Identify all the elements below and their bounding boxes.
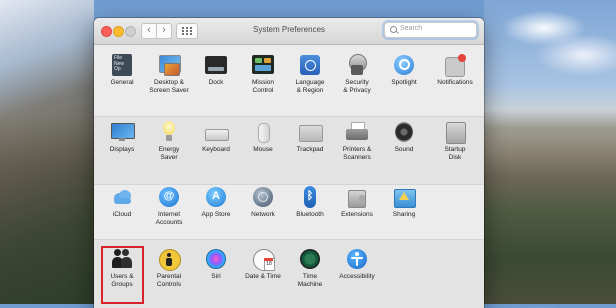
pane-energy-saver[interactable]: Energy Saver (145, 121, 193, 162)
app-store-icon: A (205, 186, 227, 208)
back-button[interactable]: ‹ (141, 23, 157, 39)
pane-label: Internet Accounts (155, 211, 183, 226)
zoom-button[interactable] (125, 26, 136, 37)
pane-label: Keyboard (202, 146, 230, 153)
pane-desktop-screen-saver[interactable]: Desktop & Screen Saver (145, 54, 193, 95)
close-button[interactable] (101, 26, 112, 37)
pane-bluetooth[interactable]: ᛒ Bluetooth (286, 186, 334, 219)
pane-label: Security & Privacy (343, 79, 371, 94)
pane-icloud[interactable]: iCloud (98, 186, 146, 219)
pane-parental-controls[interactable]: Parental Controls (145, 248, 193, 289)
pane-notifications[interactable]: Notifications (431, 54, 479, 87)
search-placeholder: Search (400, 25, 423, 32)
pane-keyboard[interactable]: Keyboard (192, 121, 240, 154)
pane-language-region[interactable]: Language & Region (286, 54, 334, 95)
pane-dock[interactable]: Dock (192, 54, 240, 87)
pane-label: Time Machine (297, 273, 323, 288)
trackpad-icon (299, 121, 323, 143)
pane-startup-disk[interactable]: Startup Disk (431, 121, 479, 162)
energy-saver-icon (158, 121, 180, 143)
spotlight-icon (393, 54, 415, 76)
displays-icon (111, 121, 135, 143)
pane-label: Parental Controls (156, 273, 182, 288)
pane-date-time[interactable]: 18 Date & Time (239, 248, 287, 281)
date-time-icon: 18 (252, 248, 275, 271)
pane-extensions[interactable]: Extensions (333, 186, 381, 219)
pane-label: Extensions (341, 211, 373, 218)
show-all-button[interactable] (176, 23, 198, 39)
pane-trackpad[interactable]: Trackpad (286, 121, 334, 154)
startup-disk-icon (444, 121, 466, 144)
pane-label: Dock (208, 79, 224, 86)
pane-label: Desktop & Screen Saver (149, 79, 189, 94)
notifications-icon (444, 54, 466, 77)
mouse-icon (252, 121, 274, 143)
pane-network[interactable]: Network (239, 186, 287, 219)
pane-label: Sharing (392, 211, 416, 218)
pane-accessibility[interactable]: Accessibility (333, 248, 381, 281)
pane-mission-control[interactable]: Mission Control (239, 54, 287, 95)
pane-label: Siri (211, 273, 221, 280)
pane-spotlight[interactable]: Spotlight (380, 54, 428, 87)
title-bar: ‹ › System Preferences Search (94, 18, 484, 45)
desktop-wallpaper-right (484, 0, 616, 304)
pane-displays[interactable]: Displays (98, 121, 146, 154)
pane-label: Printers & Scanners (342, 146, 372, 161)
accessibility-icon (346, 248, 368, 270)
search-input[interactable]: Search (384, 22, 477, 38)
pane-label: Mission Control (251, 79, 275, 94)
keyboard-icon (205, 121, 229, 143)
forward-button[interactable]: › (156, 23, 172, 39)
pane-label: App Store (201, 211, 231, 218)
pane-label: Notifications (437, 79, 473, 86)
pane-label: Accessibility (339, 273, 375, 280)
highlight-box (101, 246, 144, 304)
pane-security-privacy[interactable]: Security & Privacy (333, 54, 381, 95)
pane-label: Date & Time (245, 273, 281, 280)
printer-icon (346, 121, 368, 143)
pane-mouse[interactable]: Mouse (239, 121, 287, 154)
pane-label: Spotlight (391, 79, 417, 86)
pane-time-machine[interactable]: Time Machine (286, 248, 334, 289)
pane-label: Startup Disk (444, 146, 466, 161)
internet-accounts-icon: @ (158, 186, 180, 208)
time-machine-icon (299, 248, 321, 270)
pane-label: Energy Saver (158, 146, 180, 161)
search-icon (390, 26, 397, 33)
pane-label: iCloud (112, 211, 132, 218)
network-icon (252, 186, 274, 208)
mission-control-icon (252, 54, 274, 76)
pane-label: General (110, 79, 134, 86)
pane-general[interactable]: File New Op General (98, 54, 146, 87)
pane-printers-scanners[interactable]: Printers & Scanners (333, 121, 381, 162)
pane-siri[interactable]: Siri (192, 248, 240, 281)
desktop-icon (158, 54, 181, 76)
minimize-button[interactable] (113, 26, 124, 37)
pane-sound[interactable]: Sound (380, 121, 428, 154)
siri-icon (205, 248, 227, 270)
pane-internet-accounts[interactable]: @ Internet Accounts (145, 186, 193, 227)
dock-icon (205, 54, 227, 76)
pane-label: Sound (394, 146, 414, 153)
pane-sharing[interactable]: Sharing (380, 186, 428, 219)
desktop-wallpaper-left (0, 0, 94, 304)
icloud-icon (111, 186, 133, 208)
pane-label: Displays (109, 146, 135, 153)
pane-app-store[interactable]: A App Store (192, 186, 240, 219)
sound-icon (393, 121, 415, 143)
pane-label: Bluetooth (296, 211, 324, 218)
extensions-icon (346, 186, 368, 208)
parental-controls-icon (158, 248, 181, 271)
pane-label: Language & Region (295, 79, 325, 94)
pane-label: Network (251, 211, 275, 218)
security-icon (346, 54, 368, 76)
window-title: System Preferences (252, 25, 326, 34)
bluetooth-icon: ᛒ (299, 186, 321, 208)
pane-label: Trackpad (296, 146, 324, 153)
sharing-icon (393, 186, 416, 208)
system-preferences-window: ‹ › System Preferences Search File New O… (94, 18, 484, 308)
language-icon (299, 54, 321, 76)
general-icon: File New Op (111, 54, 133, 76)
pane-label: Mouse (253, 146, 273, 153)
